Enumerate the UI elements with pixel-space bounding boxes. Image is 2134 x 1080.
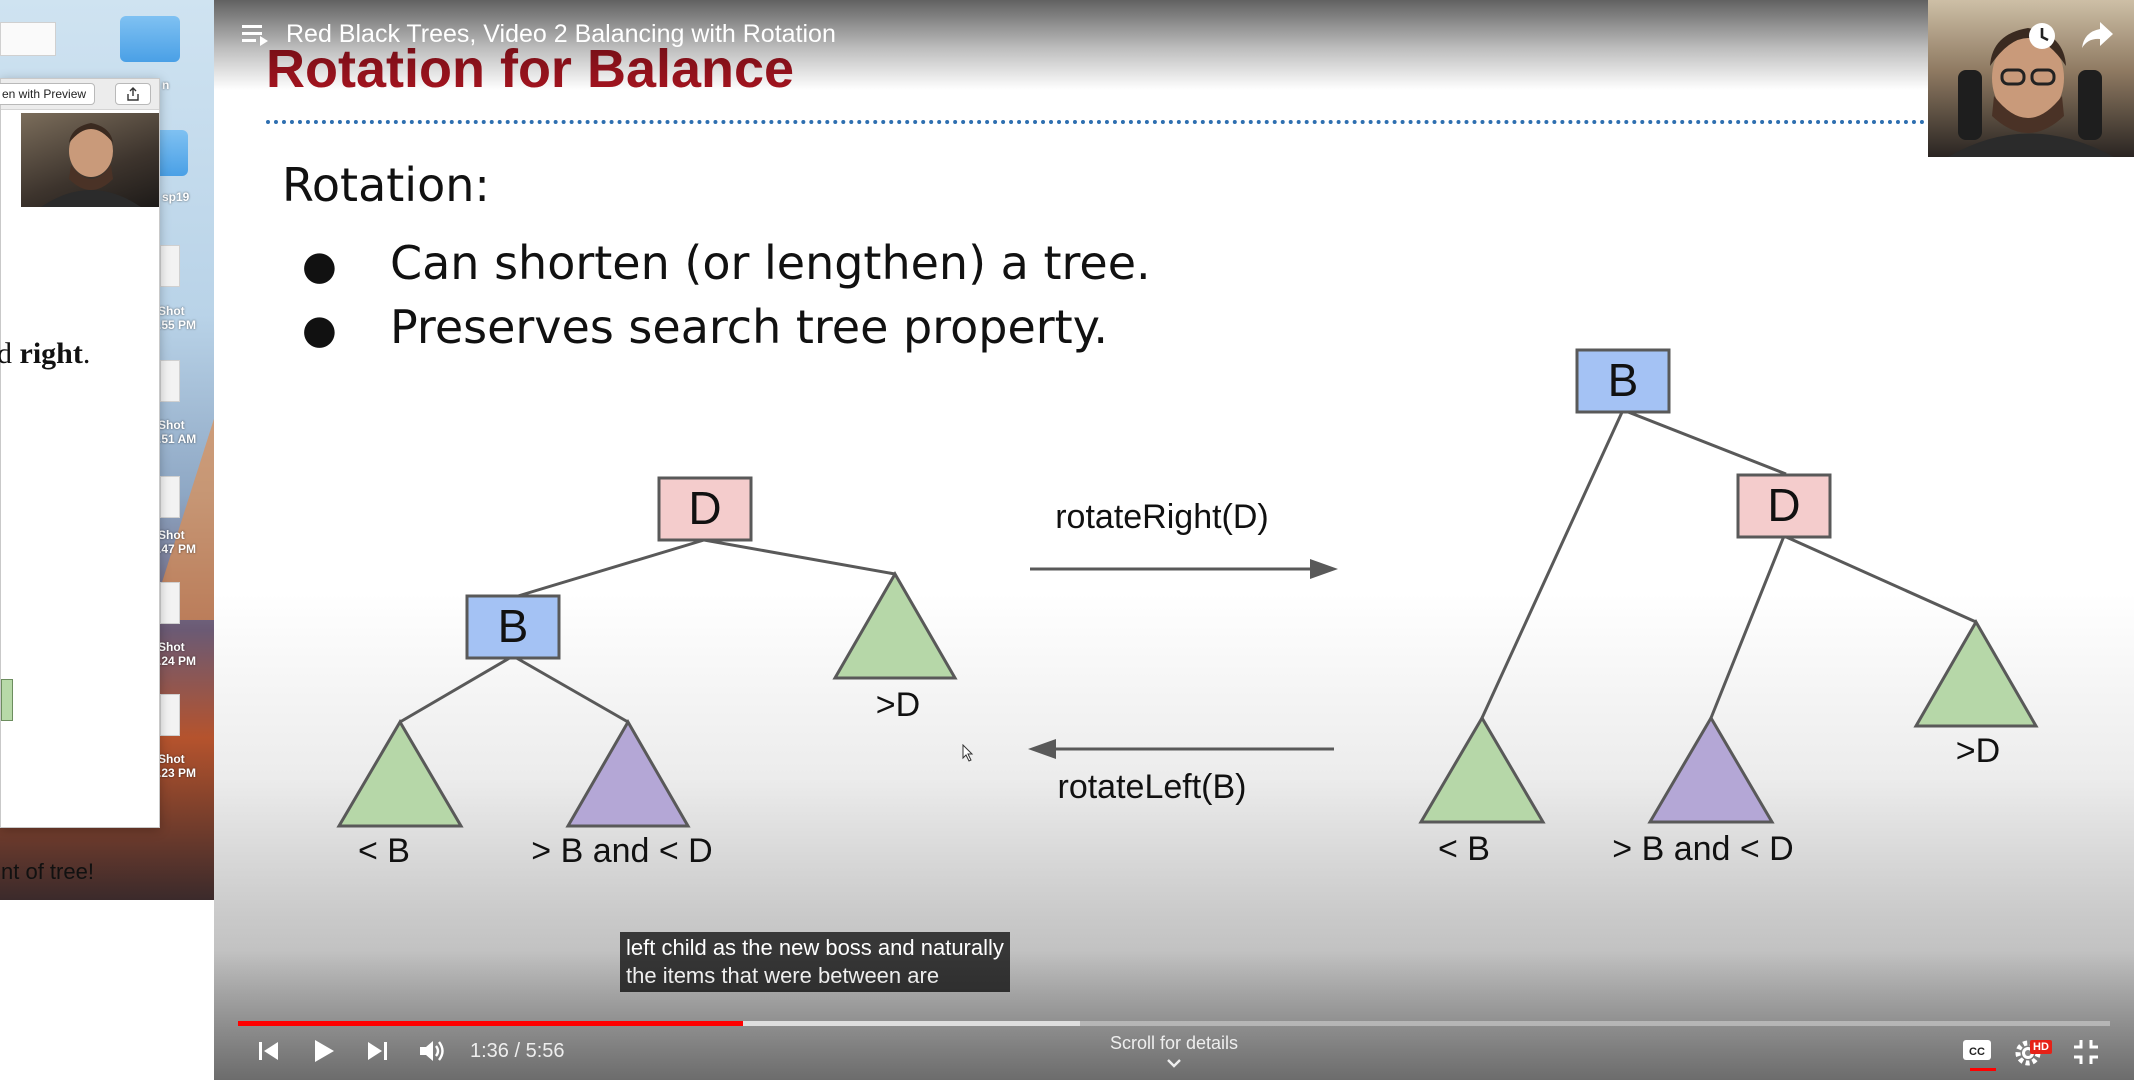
subtree-greater-d (832, 570, 958, 680)
folder-icon[interactable] (120, 16, 180, 62)
time-display: 1:36 / 5:56 (470, 1040, 565, 1062)
mouse-cursor-icon (962, 744, 974, 762)
progress-bar[interactable] (238, 1021, 2110, 1026)
share-button[interactable] (115, 83, 151, 105)
watch-later-icon[interactable] (2026, 20, 2058, 52)
rotate-left-label: rotateLeft(B) (1058, 768, 1247, 806)
node-label: B (498, 600, 529, 652)
desktop-label: Shot .55 PM (158, 304, 197, 332)
share-icon[interactable] (2080, 20, 2114, 50)
screenshot-file-icon[interactable] (160, 360, 180, 402)
desktop-label: Shot .23 PM (158, 752, 197, 780)
subtree-between (565, 718, 691, 828)
previous-icon[interactable] (256, 1038, 282, 1064)
preview-window: en with Preview d right. nt of tree! (0, 78, 160, 884)
webcam-thumbnail (21, 113, 159, 207)
subtree-label: > B and < D (531, 832, 712, 870)
screenshot-file-icon[interactable] (160, 245, 180, 287)
desktop-label: Shot .24 PM (158, 640, 197, 668)
exit-fullscreen-icon[interactable] (2072, 1038, 2100, 1066)
open-with-preview-button[interactable]: en with Preview (0, 83, 96, 105)
node-label: B (1608, 354, 1639, 406)
file-thumbnail[interactable] (0, 22, 56, 56)
person-icon (41, 123, 141, 207)
hd-badge: HD (2030, 1040, 2052, 1054)
arrowhead-right-icon (1310, 559, 1338, 579)
desktop-background: n sp19 Shot .55 PM Shot .51 AM Shot .47 … (0, 0, 214, 900)
playlist-menu-icon[interactable] (242, 22, 270, 46)
node-label: D (1767, 479, 1800, 531)
preview-partial-text: d right. (0, 337, 91, 370)
rotate-right-label: rotateRight(D) (1055, 498, 1269, 536)
video-title[interactable]: Red Black Trees, Video 2 Balancing with … (286, 20, 836, 49)
desktop-label: Shot .47 PM (158, 528, 197, 556)
screenshot-file-icon[interactable] (160, 694, 180, 736)
desktop-label: Shot .51 AM (158, 418, 197, 446)
arrowhead-left-icon (1028, 739, 1056, 759)
subtree-less-b (1418, 715, 1546, 824)
volume-icon[interactable] (418, 1038, 446, 1064)
subtree-label: >D (1956, 732, 2000, 770)
screenshot-file-icon[interactable] (160, 582, 180, 624)
scroll-for-details[interactable]: Scroll for details (1074, 1033, 1274, 1054)
next-icon[interactable] (364, 1038, 390, 1064)
subtree-label: >D (876, 686, 920, 724)
subtree-label: < B (358, 832, 410, 870)
progress-played (238, 1021, 744, 1026)
svg-text:CC: CC (1969, 1046, 1985, 1058)
subtree-less-b (336, 719, 464, 828)
screenshot-file-icon[interactable] (160, 476, 180, 518)
play-icon[interactable] (310, 1038, 336, 1064)
video-player[interactable]: Rotation for Balance Rotation: ●Can shor… (214, 0, 2134, 1080)
rotation-diagram: D B < B > B and < D >D rotateRight(D) ro… (336, 348, 2039, 870)
preview-toolbar: en with Preview (0, 79, 159, 110)
desktop-label: sp19 (162, 190, 190, 204)
closed-captions-icon[interactable]: CC (1962, 1038, 1992, 1062)
subtree-greater-d (1913, 618, 2039, 728)
subtree-label: < B (1438, 830, 1490, 868)
subtree-label: > B and < D (1612, 830, 1793, 868)
captions-active-indicator (1970, 1068, 1996, 1071)
subtree-between (1647, 715, 1775, 824)
preview-bottom-text: nt of tree! (1, 859, 94, 884)
chevron-down-icon[interactable] (1166, 1058, 1182, 1068)
node-label: D (688, 482, 721, 534)
share-icon (127, 87, 139, 101)
preview-green-shape (1, 679, 13, 721)
desktop-label: n (162, 78, 170, 92)
